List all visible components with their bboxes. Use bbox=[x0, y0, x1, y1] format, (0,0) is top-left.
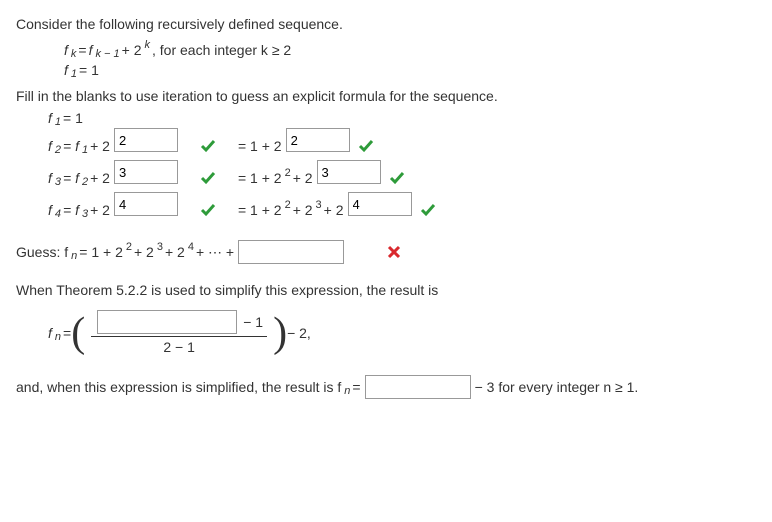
f2-exp-input[interactable] bbox=[114, 128, 178, 152]
closed-form-line: fn = ( − 1 2 − 1 ) − 2, bbox=[48, 310, 756, 355]
line-f2: f2 = f1 + 2 = 1 + 2 bbox=[48, 134, 756, 158]
intro: Consider the following recursively defin… bbox=[16, 16, 343, 32]
denominator: 2 − 1 bbox=[159, 339, 199, 355]
check-icon bbox=[200, 138, 216, 154]
check-icon bbox=[389, 170, 405, 186]
check-icon bbox=[420, 202, 436, 218]
intro-text: Consider the following recursively defin… bbox=[16, 16, 756, 32]
left-paren: ( bbox=[71, 312, 85, 354]
check-icon bbox=[358, 138, 374, 154]
theorem-text: When Theorem 5.2.2 is used to simplify t… bbox=[16, 282, 756, 298]
final-line: and, when this expression is simplified,… bbox=[16, 375, 756, 399]
fill-in-text: Fill in the blanks to use iteration to g… bbox=[16, 88, 756, 104]
guess-line: Guess: fn = 1 + 22 + 23 + 24 + ⋯ + bbox=[16, 240, 756, 264]
line-f4: f4 = f3 + 2 = 1 + 22 + 23 + 2 bbox=[48, 198, 756, 222]
right-paren: ) bbox=[273, 312, 287, 354]
f4-rhs-exp-input[interactable] bbox=[348, 192, 412, 216]
line-f3: f3 = f2 + 2 = 1 + 22 + 2 bbox=[48, 166, 756, 190]
guess-last-term-input[interactable] bbox=[238, 240, 344, 264]
fraction: − 1 2 − 1 bbox=[91, 310, 267, 355]
line-f1: f1 = 1 bbox=[48, 110, 756, 126]
f3-rhs-exp-input[interactable] bbox=[317, 160, 381, 184]
closed-numerator-input[interactable] bbox=[97, 310, 237, 334]
check-icon bbox=[200, 170, 216, 186]
f4-exp-input[interactable] bbox=[114, 192, 178, 216]
final-answer-input[interactable] bbox=[365, 375, 471, 399]
closed-tail: − 2, bbox=[287, 325, 311, 341]
recurrence-line2: f1 = 1 bbox=[64, 62, 756, 78]
cross-icon bbox=[386, 244, 402, 260]
recurrence-line1: fk = fk − 1 + 2k , for each integer k ≥ … bbox=[64, 42, 756, 58]
f3-exp-input[interactable] bbox=[114, 160, 178, 184]
f2-rhs-exp-input[interactable] bbox=[286, 128, 350, 152]
check-icon bbox=[200, 202, 216, 218]
